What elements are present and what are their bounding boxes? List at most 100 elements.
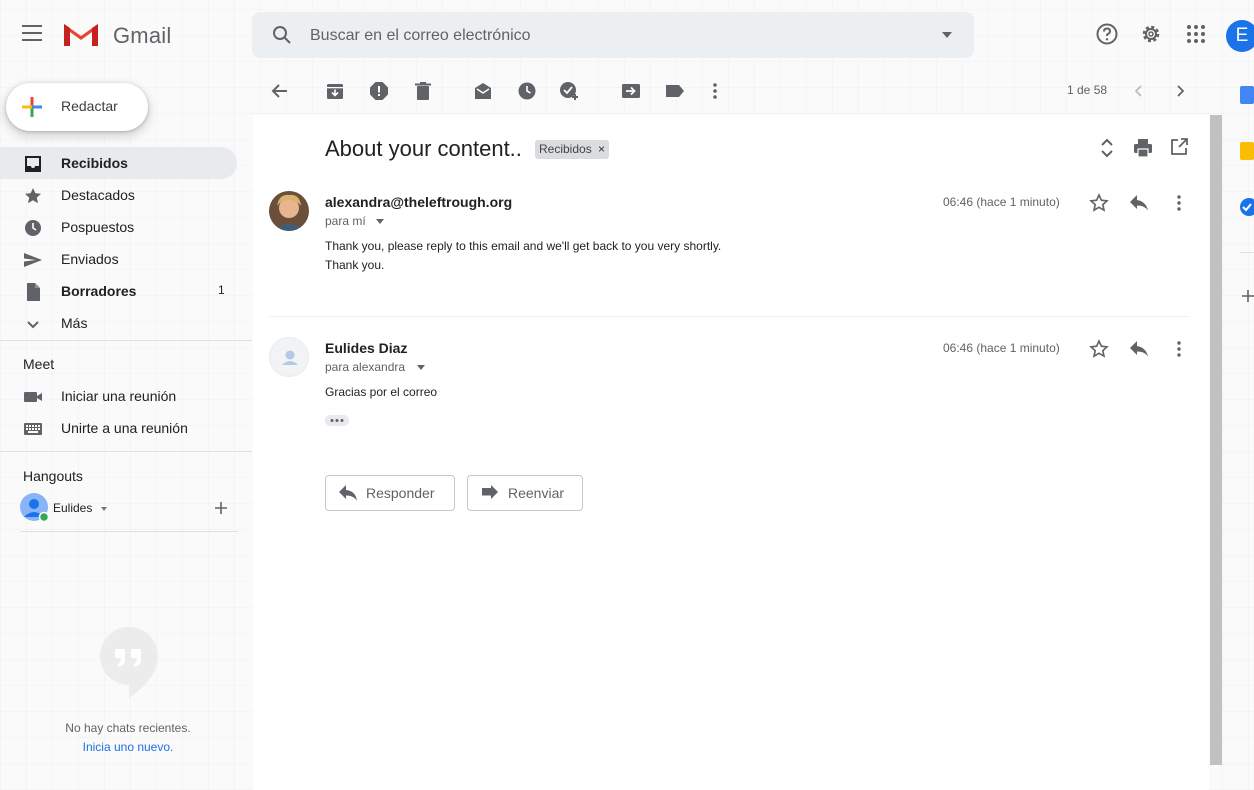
open-new-window-icon[interactable] [1169, 137, 1189, 157]
divider [20, 531, 238, 532]
keyboard-icon [24, 423, 42, 435]
sidebar-item-label: Más [61, 315, 88, 331]
settings-gear-icon[interactable] [1139, 22, 1163, 46]
forward-button[interactable]: Reenviar [467, 475, 583, 511]
message-item[interactable]: Eulides Diaz para alexandra 06:46 (hace … [253, 331, 1209, 451]
sidebar-item-destacados[interactable]: Destacados [0, 179, 237, 211]
thread-content: About your content.. Recibidos × alexand… [253, 115, 1209, 790]
meet-start-label: Iniciar una reunión [61, 388, 177, 404]
archive-icon[interactable] [325, 81, 345, 101]
search-input[interactable]: Buscar en el correo electrónico [310, 27, 531, 45]
message-body: Gracias por el correo [325, 385, 438, 399]
meet-start-item[interactable]: Iniciar una reunión [0, 380, 252, 412]
search-icon[interactable] [270, 23, 294, 47]
add-to-tasks-icon[interactable] [559, 81, 579, 101]
label-tag-icon[interactable] [665, 81, 685, 101]
inbox-label-chip[interactable]: Recibidos × [535, 140, 610, 159]
star-outline-icon[interactable] [1089, 193, 1109, 213]
divider [0, 340, 252, 341]
hangouts-user-switcher[interactable]: Eulides [20, 493, 240, 523]
reply-icon[interactable] [1129, 193, 1149, 213]
show-trimmed-content-icon[interactable] [325, 415, 349, 426]
gmail-logo-icon[interactable] [62, 20, 100, 48]
thread-subject: About your content.. [325, 136, 522, 161]
calendar-icon[interactable] [1240, 86, 1254, 104]
label-chip-text: Recibidos [539, 142, 592, 156]
print-icon[interactable] [1133, 138, 1153, 158]
sender-avatar [269, 337, 309, 377]
details-caret-icon[interactable] [417, 365, 425, 370]
recipient-line[interactable]: para mí [325, 214, 366, 228]
recipient-line[interactable]: para alexandra [325, 360, 405, 374]
keep-icon[interactable] [1240, 142, 1254, 160]
sidebar-item-mas[interactable]: Más [0, 307, 237, 339]
more-options-icon[interactable] [1169, 193, 1189, 213]
sidebar-item-label: Borradores [61, 283, 137, 299]
sidebar-item-borradores[interactable]: Borradores 1 [0, 275, 237, 307]
message-divider [269, 316, 1189, 317]
search-options-icon[interactable] [942, 32, 952, 38]
move-to-icon[interactable] [621, 81, 641, 101]
reply-button[interactable]: Responder [325, 475, 455, 511]
reply-icon [339, 485, 357, 501]
divider [1240, 252, 1254, 253]
message-time: 06:46 (hace 1 minuto) [943, 195, 1060, 209]
chevron-left-icon[interactable] [1129, 81, 1149, 101]
compose-plus-icon [22, 97, 42, 117]
report-spam-icon[interactable] [369, 81, 389, 101]
message-time: 06:46 (hace 1 minuto) [943, 341, 1060, 355]
apps-grid-icon[interactable] [1184, 22, 1208, 46]
search-bar[interactable]: Buscar en el correo electrónico [252, 12, 974, 58]
hangouts-user-name: Eulides [53, 501, 93, 515]
compose-button[interactable]: Redactar [6, 83, 148, 131]
send-icon [24, 253, 42, 267]
caret-down-icon [101, 507, 107, 511]
sidebar-item-label: Recibidos [61, 155, 128, 171]
pagination-count: 1 de 58 [1067, 83, 1108, 97]
sidebar-item-label: Pospuestos [61, 219, 135, 235]
sender-name[interactable]: alexandra@theleftrough.org [325, 194, 512, 210]
reply-button-label: Responder [366, 485, 435, 501]
chevron-down-icon [27, 321, 39, 329]
sidebar-item-recibidos[interactable]: Recibidos [0, 147, 237, 179]
start-new-chat-link[interactable]: Inicia uno nuevo. [0, 740, 256, 754]
sidebar-item-label: Destacados [61, 187, 135, 203]
help-icon[interactable] [1095, 22, 1119, 46]
star-icon [25, 188, 41, 204]
add-addon-plus-icon[interactable] [1242, 289, 1254, 303]
expand-all-icon[interactable] [1097, 137, 1117, 159]
message-item[interactable]: alexandra@theleftrough.org para mí 06:46… [253, 185, 1209, 315]
snooze-clock-icon[interactable] [517, 81, 537, 101]
meet-join-item[interactable]: Unirte a una reunión [0, 412, 252, 444]
sidebar-item-enviados[interactable]: Enviados [0, 243, 237, 275]
message-body: Thank you, please reply to this email an… [325, 239, 722, 272]
delete-trash-icon[interactable] [413, 81, 433, 101]
clock-icon [25, 220, 41, 236]
sidebar-item-pospuestos[interactable]: Pospuestos [0, 211, 237, 243]
details-caret-icon[interactable] [376, 219, 384, 224]
meet-join-label: Unirte a una reunión [61, 420, 188, 436]
reply-icon[interactable] [1129, 339, 1149, 359]
chevron-right-icon[interactable] [1170, 81, 1190, 101]
video-camera-icon [24, 392, 42, 402]
more-options-icon[interactable] [705, 81, 725, 101]
scrollbar-thumb[interactable] [1210, 115, 1222, 765]
remove-label-icon[interactable]: × [598, 142, 605, 156]
sidebar-item-label: Enviados [61, 251, 119, 267]
sender-avatar [269, 191, 309, 231]
meet-section-title: Meet [23, 356, 55, 372]
user-avatar-icon [20, 493, 48, 521]
draft-count: 1 [218, 283, 225, 297]
draft-icon [27, 283, 40, 301]
forward-button-label: Reenviar [508, 485, 565, 501]
account-avatar[interactable]: E [1226, 20, 1254, 52]
star-outline-icon[interactable] [1089, 339, 1109, 359]
more-options-icon[interactable] [1169, 339, 1189, 359]
back-arrow-icon[interactable] [270, 81, 290, 101]
add-contact-plus-icon[interactable] [214, 501, 228, 515]
sender-name[interactable]: Eulides Diaz [325, 340, 407, 356]
main-menu-icon[interactable] [22, 25, 42, 43]
tasks-icon[interactable] [1240, 198, 1254, 216]
no-chats-message: No hay chats recientes. [65, 721, 191, 735]
mark-unread-icon[interactable] [473, 81, 493, 101]
